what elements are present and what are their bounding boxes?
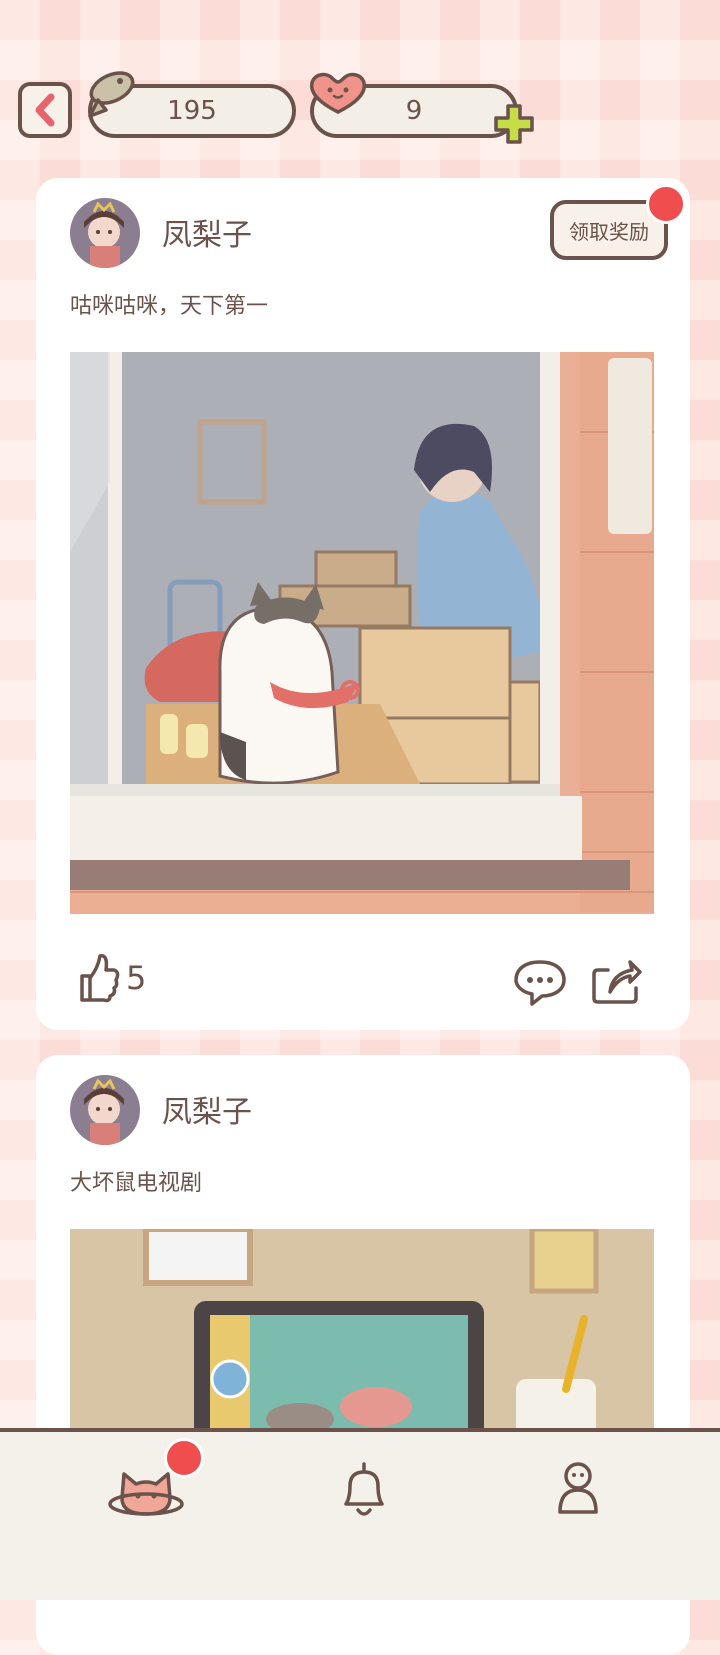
bell-icon[interactable]	[336, 1460, 392, 1520]
post-card: 凤梨子 领取奖励 咕咪咕咪，天下第一 5	[36, 178, 690, 1030]
username[interactable]: 凤梨子	[162, 210, 252, 254]
heart-count: 9	[405, 96, 423, 126]
back-button[interactable]	[18, 82, 72, 138]
post-image[interactable]	[70, 1229, 654, 1429]
comment-icon[interactable]	[512, 958, 568, 1006]
fish-count: 195	[167, 96, 217, 126]
claim-reward-label: 领取奖励	[569, 219, 649, 244]
notification-dot	[646, 184, 686, 224]
like-count: 5	[126, 959, 147, 997]
add-hearts-icon[interactable]	[492, 102, 536, 146]
share-icon[interactable]	[590, 956, 642, 1006]
username[interactable]: 凤梨子	[162, 1087, 252, 1131]
post-text: 咕咪咕咪，天下第一	[70, 294, 269, 319]
heart-icon	[309, 72, 367, 114]
top-bar: 195 9	[0, 0, 720, 170]
avatar[interactable]	[70, 1075, 140, 1145]
like-button[interactable]: 5	[76, 952, 146, 1004]
chevron-left-icon	[35, 93, 55, 127]
post-image[interactable]	[70, 352, 654, 914]
post-text: 大坏鼠电视剧	[70, 1171, 203, 1196]
bottom-nav	[0, 1428, 720, 1600]
thumbs-up-icon	[80, 954, 120, 1003]
avatar[interactable]	[70, 198, 140, 268]
fish-icon	[88, 71, 135, 118]
notification-dot	[164, 1438, 204, 1478]
profile-icon[interactable]	[554, 1460, 602, 1516]
